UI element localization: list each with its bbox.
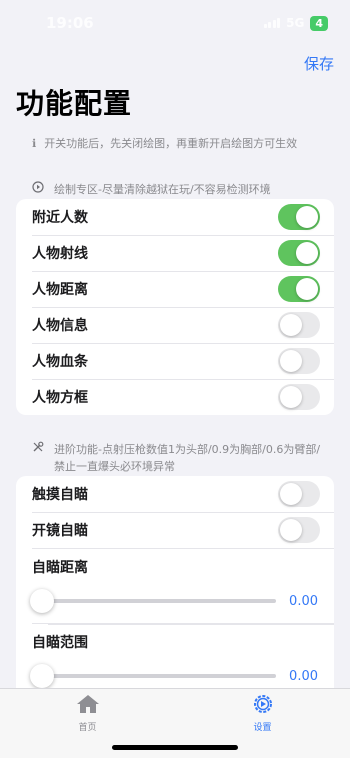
slider-value: 0.00 — [289, 593, 318, 609]
scope-aim-toggle[interactable] — [278, 517, 320, 543]
draw-section-header: 绘制专区-尽量清除越狱在玩/不容易检测环境 — [32, 181, 328, 198]
row-label: 人物信息 — [32, 318, 88, 334]
battery-icon: 4 — [310, 15, 328, 31]
tools-icon — [32, 441, 46, 475]
toggle-row-player-health: 人物血条 — [16, 343, 334, 379]
player-box-toggle[interactable] — [278, 384, 320, 410]
home-indicator — [112, 745, 238, 750]
toggle-row-player-distance: 人物距离 — [16, 271, 334, 307]
row-label: 人物射线 — [32, 246, 88, 262]
slider-value: 0.00 — [289, 668, 318, 684]
player-line-toggle[interactable] — [278, 240, 320, 266]
status-time: 19:06 — [46, 14, 94, 32]
row-label: 触摸自瞄 — [32, 487, 88, 503]
row-label: 人物距离 — [32, 282, 88, 298]
tab-label: 首页 — [78, 723, 97, 733]
info-notice: ℹ 开关功能后，先关闭绘图，再重新开启绘图方可生效 — [32, 135, 334, 151]
info-text: 开关功能后，先关闭绘图，再重新开启绘图方可生效 — [44, 137, 298, 150]
toggle-row-nearby-count: 附近人数 — [16, 199, 334, 235]
aim-distance-block: 自瞄距离 0.00 — [30, 548, 334, 623]
advanced-section-card: 触摸自瞄 开镜自瞄 自瞄距离 0.00 自瞄范围 0.00 — [16, 476, 334, 716]
player-distance-toggle[interactable] — [278, 276, 320, 302]
slider-title: 自瞄距离 — [32, 560, 88, 576]
tab-label: 设置 — [253, 723, 272, 733]
home-icon — [75, 693, 101, 719]
row-label: 附近人数 — [32, 210, 88, 226]
aim-range-block: 自瞄范围 0.00 — [30, 623, 334, 698]
play-circle-icon — [32, 181, 46, 198]
slider-title: 自瞄范围 — [32, 635, 88, 651]
row-label: 开镜自瞄 — [32, 523, 88, 539]
toggle-row-player-line: 人物射线 — [16, 235, 334, 271]
advanced-section-header: 进阶功能-点射压枪数值1为头部/0.9为胸部/0.6为臂部/禁止一直爆头必环境异… — [32, 441, 328, 475]
aim-distance-slider[interactable] — [30, 589, 276, 613]
player-info-toggle[interactable] — [278, 312, 320, 338]
toggle-row-player-info: 人物信息 — [16, 307, 334, 343]
toggle-row-scope-aim: 开镜自瞄 — [16, 512, 334, 548]
player-health-toggle[interactable] — [278, 348, 320, 374]
toggle-row-player-box: 人物方框 — [16, 379, 334, 415]
toggle-row-touch-aim: 触摸自瞄 — [16, 476, 334, 512]
status-indicators: 5G 4 — [263, 15, 328, 31]
draw-section-card: 附近人数 人物射线 人物距离 人物信息 人物血条 人物方框 — [16, 199, 334, 415]
slider-thumb[interactable] — [30, 589, 54, 613]
network-label: 5G — [286, 16, 305, 30]
draw-section-header-text: 绘制专区-尽量清除越狱在玩/不容易检测环境 — [54, 183, 271, 196]
nearby-count-toggle[interactable] — [278, 204, 320, 230]
gear-icon — [250, 693, 276, 719]
signal-icon — [263, 18, 281, 28]
aim-range-slider[interactable] — [30, 664, 276, 688]
row-label: 人物方框 — [32, 390, 88, 406]
advanced-section-header-text: 进阶功能-点射压枪数值1为头部/0.9为胸部/0.6为臂部/禁止一直爆头必环境异… — [54, 443, 321, 473]
status-bar: 19:06 5G 4 — [0, 0, 350, 46]
slider-thumb[interactable] — [30, 664, 54, 688]
page-title: 功能配置 — [16, 87, 133, 120]
save-button[interactable]: 保存 — [304, 53, 334, 74]
touch-aim-toggle[interactable] — [278, 481, 320, 507]
row-label: 人物血条 — [32, 354, 88, 370]
info-icon: ℹ — [32, 136, 37, 150]
aim-distance-slider-row: 0.00 — [30, 579, 318, 623]
